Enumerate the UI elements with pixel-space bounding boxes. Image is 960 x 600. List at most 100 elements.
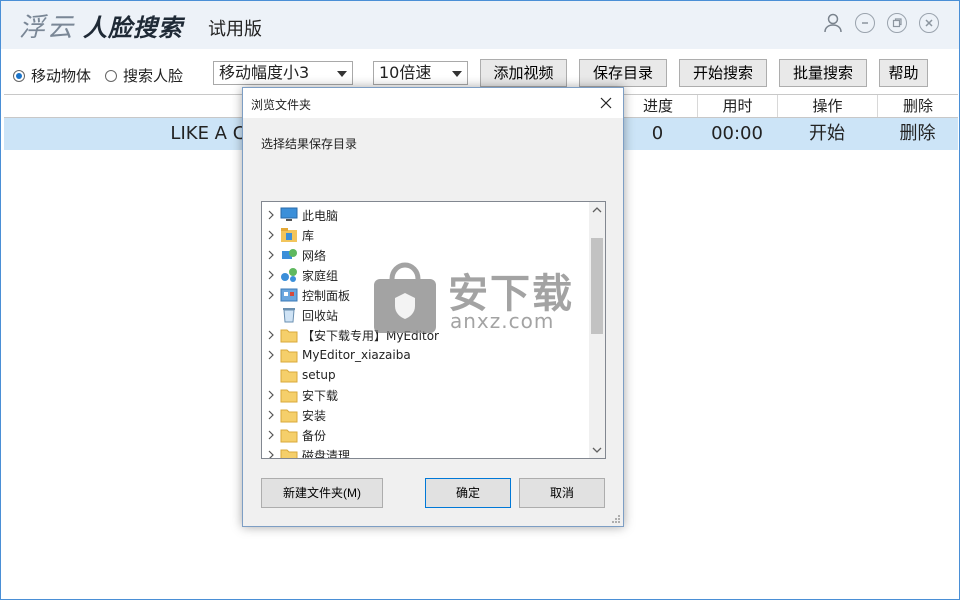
brand-product: 人脸搜索 — [83, 14, 184, 42]
mode-face-search[interactable]: 搜索人脸 — [105, 65, 183, 86]
add-video-button[interactable]: 添加视频 — [480, 59, 567, 87]
folder-icon — [280, 427, 298, 443]
dialog-title: 浏览文件夹 — [251, 98, 312, 112]
column-header-delete[interactable]: 删除 — [877, 95, 958, 117]
network-icon — [280, 247, 298, 263]
start-row-button[interactable]: 开始 — [777, 118, 877, 150]
cancel-button[interactable]: 取消 — [519, 478, 605, 508]
chevron-up-icon[interactable] — [589, 202, 605, 218]
mode-label: 搜索人脸 — [123, 67, 184, 85]
chevron-right-icon[interactable] — [262, 210, 280, 220]
radio-selected[interactable] — [13, 69, 25, 82]
chevron-right-icon[interactable] — [262, 270, 280, 280]
motion-amplitude-select[interactable]: 移动幅度小3 — [213, 61, 353, 85]
close-icon[interactable] — [597, 94, 615, 112]
tree-item[interactable]: 回收站 — [262, 305, 590, 325]
tree-item[interactable]: 安下载 — [262, 385, 590, 405]
help-button[interactable]: 帮助 — [879, 59, 928, 87]
dialog-prompt: 选择结果保存目录 — [261, 137, 358, 151]
column-header-progress[interactable]: 进度 — [618, 95, 697, 117]
save-directory-button[interactable]: 保存目录 — [579, 59, 667, 87]
speed-select[interactable]: 10倍速 — [373, 61, 468, 85]
control-panel-icon — [280, 287, 298, 303]
computer-icon — [280, 207, 298, 223]
tree-item[interactable]: setup — [262, 365, 590, 385]
folder-tree[interactable]: 磁盘清理 备份 安装 安下载 setup MyEditor_xiazaiba 【安下载专用】… — [261, 201, 606, 459]
chevron-right-icon[interactable] — [262, 350, 280, 360]
homegroup-icon — [280, 267, 298, 283]
tree-item-label: 【安下载专用】MyEditor — [302, 328, 439, 343]
tree-item-label: 回收站 — [302, 308, 339, 323]
tree-item-label: 安装 — [302, 408, 327, 423]
tree-item[interactable]: 控制面板 — [262, 285, 590, 305]
scrollbar-thumb[interactable] — [591, 238, 603, 334]
ok-button[interactable]: 确定 — [425, 478, 511, 508]
title-bar: 浮云 人脸搜索 试用版 — [1, 1, 959, 49]
chevron-right-icon[interactable] — [262, 450, 280, 458]
window-controls — [821, 11, 941, 35]
toolbar: 移动物体 搜索人脸 移动幅度小3 10倍速 添加视频 保存目录 开始搜索 批量搜… — [1, 57, 959, 91]
chevron-right-icon[interactable] — [262, 390, 280, 400]
folder-icon — [280, 327, 298, 343]
tree-item-label: 控制面板 — [302, 288, 351, 303]
close-icon[interactable] — [917, 11, 941, 35]
start-search-button[interactable]: 开始搜索 — [679, 59, 767, 87]
chevron-down-icon — [337, 71, 347, 77]
column-header-action[interactable]: 操作 — [777, 95, 877, 117]
column-header-time[interactable]: 用时 — [697, 95, 777, 117]
tree-item-label: 此电脑 — [302, 208, 339, 223]
recycle-bin-icon — [280, 307, 298, 323]
dialog-title-bar: 浏览文件夹 — [243, 88, 623, 118]
tree-item-label: 备份 — [302, 428, 327, 443]
restore-icon[interactable] — [885, 11, 909, 35]
minimize-icon[interactable] — [853, 11, 877, 35]
tree-item-label: 磁盘清理 — [302, 448, 351, 459]
new-folder-button[interactable]: 新建文件夹(M) — [261, 478, 383, 508]
folder-icon — [280, 387, 298, 403]
folder-icon — [280, 347, 298, 363]
resize-grip-icon[interactable] — [611, 514, 621, 524]
select-value: 移动幅度小3 — [219, 63, 310, 82]
brand-name: 浮云 — [19, 13, 76, 43]
chevron-down-icon — [452, 71, 462, 77]
tree-item[interactable]: 库 — [262, 225, 590, 245]
tree-item-label: 库 — [302, 228, 315, 243]
tree-item[interactable]: 【安下载专用】MyEditor — [262, 325, 590, 345]
browse-folder-dialog: 浏览文件夹 选择结果保存目录 磁盘清理 备份 安装 安下载 setup MyEditor_… — [242, 87, 624, 527]
tree-item[interactable]: 网络 — [262, 245, 590, 265]
user-icon[interactable] — [821, 11, 845, 35]
tree-item[interactable]: 此电脑 — [262, 205, 590, 225]
tree-scrollbar[interactable] — [589, 202, 605, 458]
chevron-right-icon[interactable] — [262, 410, 280, 420]
mode-moving-object[interactable]: 移动物体 — [13, 65, 91, 86]
chevron-right-icon[interactable] — [262, 330, 280, 340]
tree-item-label: 安下载 — [302, 388, 339, 403]
tree-item[interactable]: MyEditor_xiazaiba — [262, 345, 590, 365]
delete-row-button[interactable]: 删除 — [877, 118, 958, 150]
edition-label: 试用版 — [208, 19, 262, 40]
radio-unselected[interactable] — [105, 69, 117, 82]
chevron-right-icon[interactable] — [262, 290, 280, 300]
mode-label: 移动物体 — [31, 67, 92, 85]
chevron-right-icon[interactable] — [262, 230, 280, 240]
tree-item[interactable]: 磁盘清理 — [262, 445, 590, 459]
chevron-right-icon[interactable] — [262, 250, 280, 260]
folder-icon — [280, 447, 298, 458]
chevron-down-icon[interactable] — [589, 442, 605, 458]
app-logo: 浮云 人脸搜索 — [19, 7, 183, 43]
library-icon — [280, 227, 298, 243]
tree-item[interactable]: 安装 — [262, 405, 590, 425]
tree-item-label: 家庭组 — [302, 268, 339, 283]
cell-progress: 0 — [651, 123, 664, 144]
tree-item[interactable]: 家庭组 — [262, 265, 590, 285]
tree-item-label: 网络 — [302, 248, 327, 263]
folder-icon — [280, 367, 298, 383]
batch-search-button[interactable]: 批量搜索 — [779, 59, 867, 87]
folder-icon — [280, 407, 298, 423]
tree-item[interactable]: 备份 — [262, 425, 590, 445]
cell-time: 00:00 — [711, 123, 763, 144]
select-value: 10倍速 — [379, 63, 432, 82]
tree-item-label: MyEditor_xiazaiba — [302, 348, 411, 362]
tree-item-label: setup — [302, 368, 336, 382]
chevron-right-icon[interactable] — [262, 430, 280, 440]
